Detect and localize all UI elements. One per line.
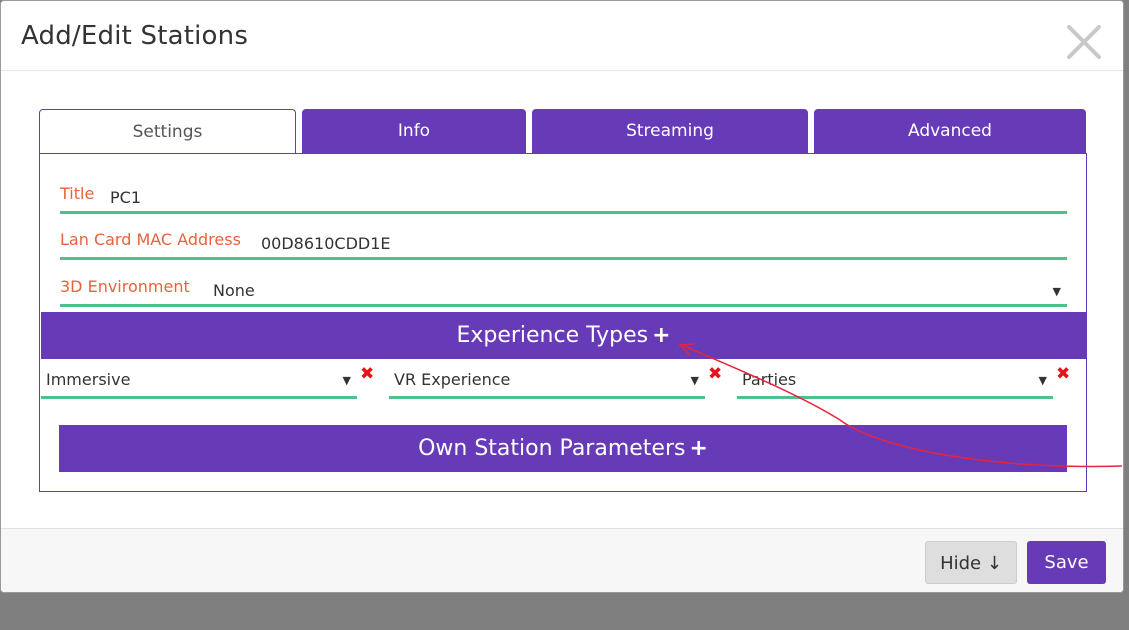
annotation-arrow — [678, 343, 1123, 468]
